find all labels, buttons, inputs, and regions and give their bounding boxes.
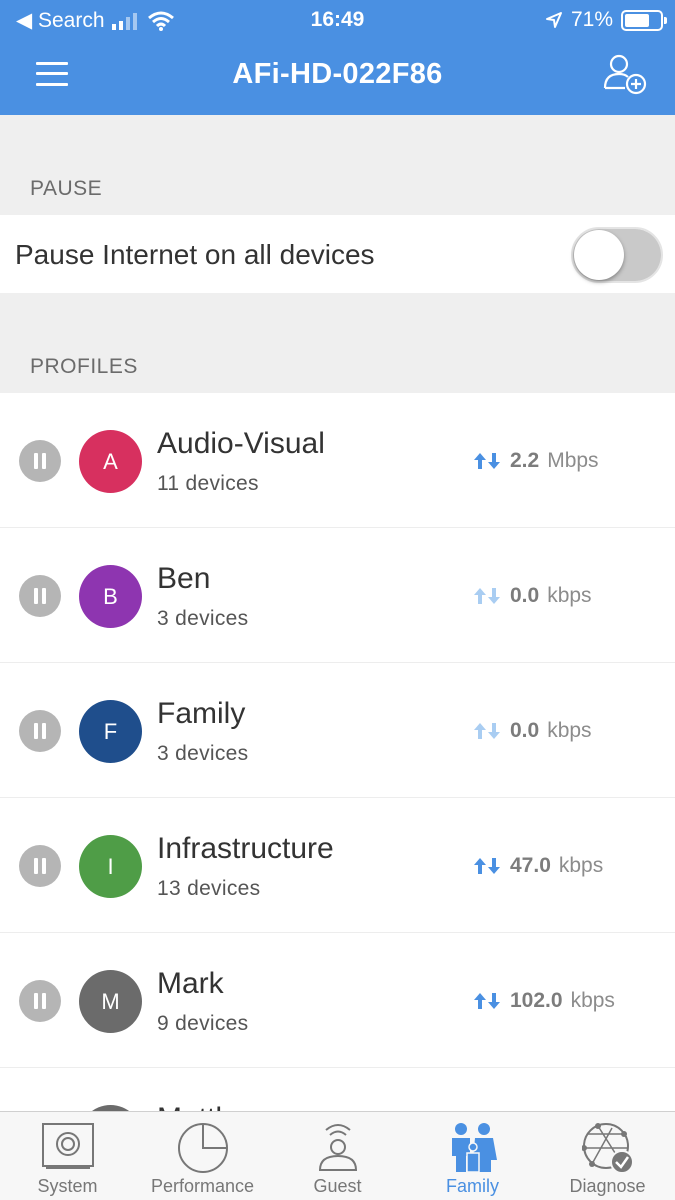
rate-value: 47.0 [510,854,551,877]
pause-section-label: PAUSE [30,177,103,200]
avatar: A [79,430,142,493]
profile-name: Audio-Visual [157,427,325,460]
up-down-arrows-icon [474,993,500,1009]
profile-row[interactable]: Matth [0,1068,675,1111]
profile-device-count: 3 devices [157,607,249,630]
profile-row[interactable]: M Mark 9 devices 102.0 kbps [0,933,675,1068]
profile-row[interactable]: A Audio-Visual 11 devices 2.2 Mbps [0,393,675,528]
diagnose-icon [582,1123,634,1174]
tab-system-label: System [37,1176,98,1196]
profile-device-count: 11 devices [157,472,259,495]
profile-device-count: 9 devices [157,1012,249,1035]
rate-value: 0.0 [510,584,540,607]
tab-diagnose[interactable]: Diagnose [540,1112,675,1200]
tab-performance[interactable]: Performance [135,1112,270,1200]
tab-bar: System Performance Guest Family Diagnose [0,1111,675,1200]
battery-fill [625,13,650,27]
battery-percent: 71% [570,8,613,31]
top-bar: ◀ Search 16:49 71% AFi-HD-022F86 [0,0,675,115]
up-down-arrows-icon [474,453,500,469]
profile-rate: 2.2 Mbps [472,449,599,473]
up-down-arrows-icon [474,858,500,874]
profile-name: Mark [157,967,224,1000]
rate-unit: kbps [547,584,592,607]
profile-device-count: 13 devices [157,877,261,900]
avatar: F [79,700,142,763]
profile-name: Ben [157,562,211,595]
toggle-knob [574,230,624,280]
profile-rate: 47.0 kbps [472,854,603,878]
profile-rate: 0.0 kbps [472,584,592,608]
profile-rate: 102.0 kbps [472,989,615,1013]
avatar: M [79,970,142,1033]
avatar: I [79,835,142,898]
family-icon [452,1123,497,1173]
rate-unit: kbps [558,854,604,877]
tab-guest[interactable]: Guest [270,1112,405,1200]
add-user-icon[interactable] [601,52,649,96]
status-bar: ◀ Search 16:49 71% [0,0,675,38]
profile-pause-button[interactable] [19,575,61,617]
profiles-list: A Audio-Visual 11 devices 2.2 Mbps B Ben 3 devi… [0,393,675,1111]
tab-system[interactable]: System [0,1112,135,1200]
profile-name: Family [157,697,246,730]
tab-family-label: Family [446,1176,499,1196]
location-arrow-icon [545,12,562,28]
battery-icon [621,9,667,31]
guest-icon [318,1124,358,1171]
profile-pause-button[interactable] [19,710,61,752]
rate-value: 102.0 [510,989,563,1012]
profile-row[interactable]: I Infrastructure 13 devices 47.0 kbps [0,798,675,933]
profile-device-count: 3 devices [157,742,249,765]
profile-pause-button[interactable] [19,440,61,482]
pause-all-row: Pause Internet on all devices [0,215,675,293]
avatar: B [79,565,142,628]
up-down-arrows-icon [474,588,500,604]
status-right: 71% [545,8,667,32]
rate-unit: Mbps [547,449,599,472]
profiles-section-label: PROFILES [30,355,138,378]
rate-value: 0.0 [510,719,540,742]
page-title: AFi-HD-022F86 [232,58,443,90]
rate-unit: kbps [570,989,615,1012]
performance-icon [178,1123,228,1173]
profile-rate: 0.0 kbps [472,719,592,743]
profile-pause-button[interactable] [19,845,61,887]
rate-unit: kbps [547,719,592,742]
tab-guest-label: Guest [313,1176,362,1196]
pause-all-toggle[interactable] [571,227,663,283]
profile-name: Matth [157,1102,232,1111]
rate-value: 2.2 [510,449,540,472]
profile-row[interactable]: B Ben 3 devices 0.0 kbps [0,528,675,663]
tab-performance-label: Performance [150,1176,255,1196]
profile-name: Infrastructure [157,832,334,865]
tab-diagnose-label: Diagnose [569,1176,646,1196]
tab-family[interactable]: Family [405,1112,540,1200]
pause-all-label: Pause Internet on all devices [15,239,375,270]
profile-pause-button[interactable] [19,980,61,1022]
up-down-arrows-icon [474,723,500,739]
system-icon [42,1123,94,1169]
profile-row[interactable]: F Family 3 devices 0.0 kbps [0,663,675,798]
